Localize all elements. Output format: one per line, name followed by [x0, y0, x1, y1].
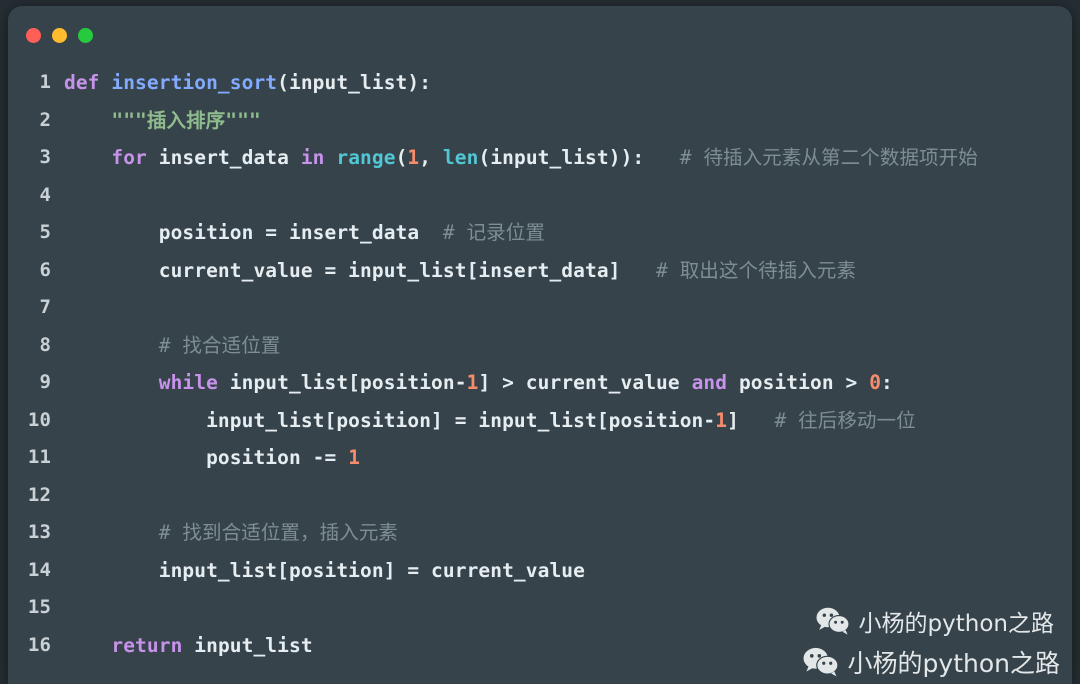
watermark-primary: 小杨的python之路	[816, 604, 1054, 638]
token-plain: insert_data	[158, 146, 289, 169]
token-builtin: len	[442, 146, 479, 169]
token-plain: ,	[419, 146, 443, 169]
token-docstring: """插入排序"""	[111, 108, 261, 132]
token-comment: # 往后移动一位	[774, 408, 916, 432]
code-line: 8 # 找合适位置	[8, 327, 1058, 365]
code-line: 4	[8, 177, 1058, 215]
watermark-label: 小杨的python之路	[847, 649, 1060, 678]
line-content: """插入排序"""	[64, 102, 1058, 140]
token-plain: position = insert_data	[158, 221, 420, 244]
close-button[interactable]	[26, 27, 41, 43]
line-number: 8	[39, 333, 51, 356]
window-titlebar	[8, 6, 1072, 64]
line-number: 1	[39, 71, 51, 93]
minimize-button[interactable]	[52, 27, 67, 43]
line-number: 15	[27, 596, 51, 618]
token-comment: # 找合适位置	[158, 333, 281, 357]
token-number: 1	[407, 146, 420, 169]
code-line: 2 """插入排序"""	[8, 102, 1058, 140]
line-content: for insert_data in range(1, len(input_li…	[64, 139, 1058, 177]
line-content: current_value = input_list[insert_data] …	[64, 252, 1058, 290]
line-content	[64, 477, 1058, 515]
code-editor[interactable]: 1 def insertion_sort(input_list): 2 """插…	[8, 64, 1072, 664]
line-number: 10	[27, 408, 51, 431]
line-number: 3	[39, 146, 51, 168]
wechat-icon	[803, 647, 839, 677]
line-number: 6	[39, 258, 51, 281]
code-line: 11 position -= 1	[8, 439, 1058, 477]
line-number: 13	[27, 521, 51, 543]
token-comment: # 取出这个待插入元素	[656, 258, 857, 282]
token-comment: # 记录位置	[442, 221, 545, 244]
line-number: 14	[27, 558, 51, 581]
code-window: 1 def insertion_sort(input_list): 2 """插…	[8, 6, 1072, 684]
line-number: 7	[39, 296, 51, 318]
line-number: 12	[27, 483, 51, 506]
token-number: 1	[466, 371, 479, 394]
line-content: input_list[position] = input_list[positi…	[64, 402, 1058, 440]
maximize-button[interactable]	[78, 27, 93, 43]
line-content: # 找到合适位置，插入元素	[64, 514, 1058, 552]
token-plain: ]	[727, 408, 739, 432]
token-function-name: insertion_sort	[111, 71, 278, 94]
token-number: 1	[715, 408, 728, 432]
token-plain: input_list	[194, 633, 313, 657]
token-plain: (input_list):	[277, 71, 432, 94]
token-keyword: def	[64, 71, 100, 94]
watermark-secondary: 小杨的python之路	[803, 644, 1060, 680]
token-number: 0	[869, 371, 882, 394]
token-plain: input_list[position] = input_list[positi…	[206, 408, 716, 432]
line-content: input_list[position] = current_value	[64, 552, 1058, 590]
line-content	[64, 289, 1058, 327]
code-line: 14 input_list[position] = current_value	[8, 552, 1058, 590]
token-keyword: while	[158, 371, 218, 394]
window-controls	[26, 27, 93, 43]
token-plain: input_list[position-	[229, 371, 467, 394]
watermark-label: 小杨的python之路	[858, 611, 1054, 637]
token-plain: input_list[position] = current_value	[158, 558, 585, 582]
code-line: 12	[8, 477, 1058, 515]
token-builtin: range	[336, 146, 396, 169]
token-plain: :	[881, 371, 893, 394]
line-number: 9	[39, 371, 51, 393]
token-plain: ] > current_value	[478, 371, 680, 394]
screenshot-root: 1 def insertion_sort(input_list): 2 """插…	[0, 0, 1080, 684]
code-line: 1 def insertion_sort(input_list):	[8, 64, 1058, 102]
code-line: 13 # 找到合适位置，插入元素	[8, 514, 1058, 552]
line-content: position -= 1	[64, 439, 1058, 477]
token-keyword: for	[111, 146, 147, 169]
line-content: position = insert_data # 记录位置	[64, 214, 1058, 252]
token-keyword: and	[691, 371, 728, 394]
line-content	[64, 177, 1058, 215]
code-line: 5 position = insert_data # 记录位置	[8, 214, 1058, 252]
code-line: 9 while input_list[position-1] > current…	[8, 364, 1058, 402]
token-plain: position -=	[206, 446, 349, 469]
token-number: 1	[348, 446, 361, 469]
code-line: 10 input_list[position] = input_list[pos…	[8, 402, 1058, 440]
line-number: 2	[39, 108, 51, 131]
line-number: 16	[27, 633, 51, 656]
line-number: 4	[39, 183, 51, 206]
token-plain: (	[395, 146, 408, 169]
code-line: 6 current_value = input_list[insert_data…	[8, 252, 1058, 290]
token-plain: (input_list)):	[478, 146, 645, 169]
line-number: 11	[27, 446, 51, 468]
token-plain: position >	[738, 371, 870, 394]
code-line: 3 for insert_data in range(1, len(input_…	[8, 139, 1058, 177]
line-content: def insertion_sort(input_list):	[64, 64, 1058, 102]
line-content: while input_list[position-1] > current_v…	[64, 364, 1058, 402]
line-number: 5	[39, 221, 51, 243]
token-comment: # 待插入元素从第二个数据项开始	[679, 146, 978, 169]
code-line: 7	[8, 289, 1058, 327]
token-plain: current_value = input_list[insert_data]	[158, 258, 621, 282]
line-content: # 找合适位置	[64, 327, 1058, 365]
token-keyword: in	[300, 146, 325, 169]
wechat-icon	[816, 607, 850, 635]
token-comment: # 找到合适位置，插入元素	[158, 521, 399, 544]
token-keyword: return	[111, 633, 183, 657]
